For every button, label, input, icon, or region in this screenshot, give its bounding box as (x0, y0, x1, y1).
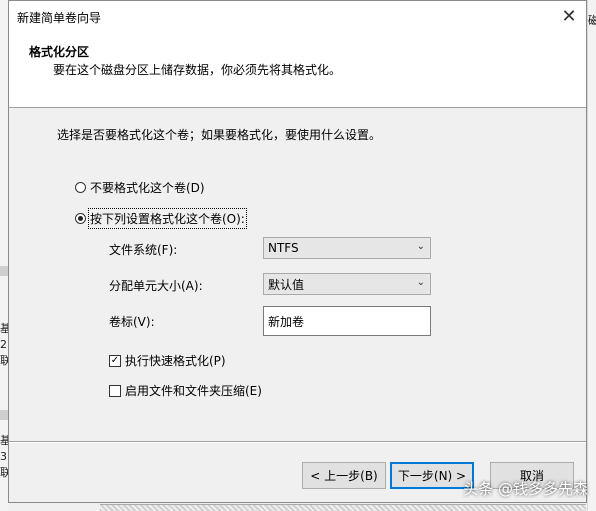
radio-format-with-settings-label: 按下列设置格式化这个卷(O): (88, 208, 247, 229)
wizard-header: 格式化分区 要在这个磁盘分区上储存数据，你必须先将其格式化。 (9, 32, 586, 108)
background-text: 联 (0, 354, 11, 367)
chevron-down-icon: ⌄ (416, 241, 425, 252)
allocation-unit-select[interactable]: 默认值 ⌄ (263, 273, 431, 295)
background-text: 2 (0, 338, 7, 351)
window-title: 新建简单卷向导 (17, 11, 102, 25)
background-text: 基 (0, 434, 11, 447)
close-button[interactable]: ✕ (552, 1, 586, 32)
checkbox-indicator[interactable] (109, 384, 121, 397)
background-bar (0, 410, 8, 420)
background-text: 3 (0, 450, 7, 463)
footer-divider (9, 441, 586, 443)
file-system-label: 文件系统(F): (109, 243, 178, 257)
watermark: 头条 @钱多多先森 (463, 480, 588, 498)
chevron-down-icon: ⌄ (416, 277, 425, 288)
close-icon: ✕ (561, 6, 577, 27)
volume-label-input[interactable] (263, 306, 431, 336)
volume-label-label: 卷标(V): (109, 315, 155, 329)
page-title: 格式化分区 (29, 45, 90, 59)
allocation-unit-value: 默认值 (268, 277, 305, 292)
radio-indicator[interactable] (75, 182, 86, 193)
page-subtitle: 要在这个磁盘分区上储存数据，你必须先将其格式化。 (53, 63, 342, 77)
background-disk-bar (100, 504, 586, 511)
back-button[interactable]: < 上一步(B) (302, 462, 386, 489)
title-bar: 新建简单卷向导 ✕ (9, 1, 586, 32)
background-text: 基 (0, 322, 11, 335)
radio-format-with-settings[interactable]: 按下列设置格式化这个卷(O): (75, 208, 247, 229)
wizard-dialog: 新建简单卷向导 ✕ 格式化分区 要在这个磁盘分区上储存数据，你必须先将其格式化。… (8, 0, 587, 503)
instruction-text: 选择是否要格式化这个卷；如果要格式化，要使用什么设置。 (57, 128, 382, 142)
file-system-select[interactable]: NTFS ⌄ (263, 237, 431, 259)
file-system-value: NTFS (268, 241, 299, 255)
quick-format-checkbox[interactable]: ✓ 执行快速格式化(P) (109, 352, 226, 369)
radio-indicator[interactable] (75, 213, 86, 224)
radio-no-format[interactable]: 不要格式化这个卷(D) (75, 179, 205, 196)
quick-format-label: 执行快速格式化(P) (125, 354, 226, 368)
compression-checkbox[interactable]: 启用文件和文件夹压缩(E) (109, 382, 262, 399)
radio-no-format-label: 不要格式化这个卷(D) (90, 181, 205, 195)
compression-label: 启用文件和文件夹压缩(E) (125, 384, 262, 398)
background-text: 磁 (588, 14, 596, 27)
background-bar (0, 266, 8, 276)
next-button[interactable]: 下一步(N) > (390, 462, 474, 489)
background-text: 联 (0, 466, 11, 479)
checkbox-indicator[interactable]: ✓ (109, 354, 121, 367)
allocation-unit-label: 分配单元大小(A): (109, 279, 203, 293)
background-right-pane: 磁 (587, 0, 596, 511)
